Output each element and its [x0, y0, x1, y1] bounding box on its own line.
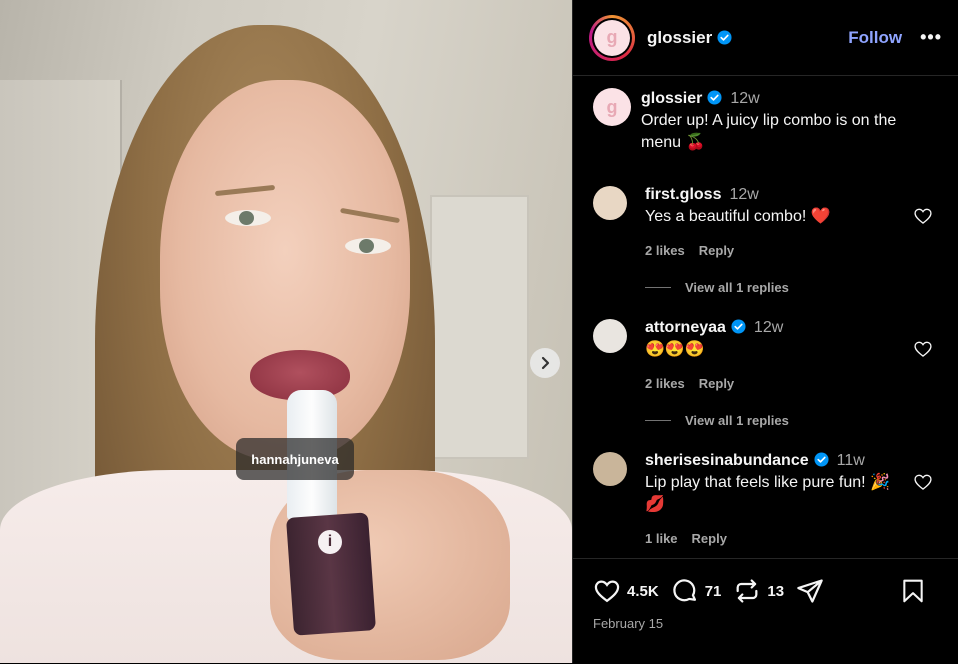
action-bar: 4.5K 71 13 — [593, 577, 944, 605]
comment-likes[interactable]: 1 like — [645, 531, 678, 546]
repost-button[interactable]: 13 — [733, 577, 784, 605]
comment-body: sherisesinabundance 11w Lip play that fee… — [645, 450, 900, 550]
photo-left-eye — [225, 210, 271, 226]
heart-icon[interactable] — [913, 339, 933, 359]
chevron-right-icon — [541, 356, 550, 370]
comment-count: 71 — [704, 582, 722, 600]
comment-text: Lip play that feels like pure fun! 🎉💋 — [645, 474, 890, 513]
heart-icon[interactable] — [913, 472, 933, 492]
view-replies-button[interactable]: View all 1 replies — [645, 413, 789, 428]
post-panel: ɡ glossier Follow ••• ɡ glossier 12w Orde… — [572, 0, 958, 663]
author-avatar[interactable]: ɡ — [589, 14, 635, 61]
verified-badge-icon — [814, 452, 829, 467]
avatar-ring-gap: ɡ — [592, 17, 632, 58]
comments-list[interactable]: ɡ glossier 12w Order up! A juicy lip comb… — [573, 76, 958, 558]
view-replies-label: View all 1 replies — [685, 280, 789, 295]
verified-badge-icon — [707, 90, 722, 105]
save-button[interactable] — [900, 577, 932, 605]
comment-meta: 2 likes Reply — [645, 240, 900, 262]
reply-button[interactable]: Reply — [692, 531, 727, 546]
comment-username[interactable]: sherisesinabundance — [645, 452, 809, 469]
comment-item: attorneyaa 12w 😍😍😍 2 likes Reply — [593, 317, 943, 395]
background-door — [430, 195, 529, 459]
replies-divider — [645, 420, 671, 421]
caption-body: glossier 12w Order up! A juicy lip combo … — [641, 88, 931, 154]
comment-meta: 2 likes Reply — [645, 373, 900, 395]
comment-username[interactable]: attorneyaa — [645, 319, 726, 336]
author-username[interactable]: glossier — [647, 28, 732, 48]
share-button[interactable] — [796, 577, 830, 605]
view-replies-button[interactable]: View all 1 replies — [645, 280, 789, 295]
caption-text: Order up! A juicy lip combo is on the me… — [641, 112, 897, 151]
post-date[interactable]: February 15 — [593, 616, 663, 631]
next-media-button[interactable] — [530, 348, 560, 378]
caption-avatar[interactable]: ɡ — [593, 88, 631, 126]
repost-count: 13 — [767, 582, 785, 600]
comment-bubble-icon — [672, 579, 696, 602]
comment-item: first.gloss 12w Yes a beautiful combo! ❤️… — [593, 184, 943, 262]
repost-icon — [736, 579, 758, 603]
view-replies-label: View all 1 replies — [685, 413, 789, 428]
photo-face — [160, 80, 410, 460]
reply-button[interactable]: Reply — [699, 243, 734, 258]
comment-username[interactable]: first.gloss — [645, 186, 721, 203]
post-actions: 4.5K 71 13 February 15 — [573, 558, 958, 664]
caption-time[interactable]: 12w — [730, 90, 759, 107]
bookmark-icon — [903, 579, 923, 603]
like-count: 4.5K — [627, 582, 659, 600]
comment-likes[interactable]: 2 likes — [645, 243, 685, 258]
heart-icon — [594, 580, 620, 603]
user-tag-label: hannahjuneva — [251, 451, 339, 467]
post-header: ɡ glossier Follow ••• — [573, 0, 958, 76]
commenter-avatar[interactable] — [593, 319, 627, 353]
share-icon — [797, 579, 823, 603]
comment-body: attorneyaa 12w 😍😍😍 2 likes Reply — [645, 317, 900, 395]
comment-button[interactable]: 71 — [671, 577, 722, 605]
comment-time: 12w — [753, 319, 784, 336]
like-button[interactable]: 4.5K — [593, 577, 659, 605]
verified-badge-icon — [731, 319, 746, 334]
verified-badge-icon — [717, 29, 732, 45]
reply-button[interactable]: Reply — [699, 376, 734, 391]
post-caption: ɡ glossier 12w Order up! A juicy lip comb… — [593, 88, 931, 154]
comment-text: Yes a beautiful combo! ❤️ — [645, 208, 831, 225]
comment-body: first.gloss 12w Yes a beautiful combo! ❤️… — [645, 184, 900, 262]
glossier-logo-icon: ɡ — [594, 19, 630, 56]
follow-button[interactable]: Follow — [848, 28, 902, 48]
comment-item: sherisesinabundance 11w Lip play that fee… — [593, 450, 943, 550]
comment-likes[interactable]: 2 likes — [645, 376, 685, 391]
comment-time: 12w — [729, 186, 759, 203]
author-username-text: glossier — [647, 27, 713, 47]
comment-meta: 1 like Reply — [645, 528, 900, 550]
more-options-icon[interactable]: ••• — [920, 27, 942, 48]
user-tag[interactable]: hannahjuneva — [236, 438, 354, 480]
post-media[interactable]: i hannahjuneva — [0, 0, 572, 663]
replies-divider — [645, 287, 671, 288]
heart-icon[interactable] — [913, 206, 933, 226]
caption-username[interactable]: glossier — [641, 90, 702, 107]
post-dialog: i hannahjuneva ɡ glossier Follow ••• ɡ g… — [0, 0, 958, 663]
comment-time: 11w — [836, 452, 865, 469]
comment-text: 😍😍😍 — [645, 341, 705, 358]
photo-right-eye — [345, 238, 391, 254]
commenter-avatar[interactable] — [593, 186, 627, 220]
commenter-avatar[interactable] — [593, 452, 627, 486]
product-logo: i — [318, 530, 342, 554]
